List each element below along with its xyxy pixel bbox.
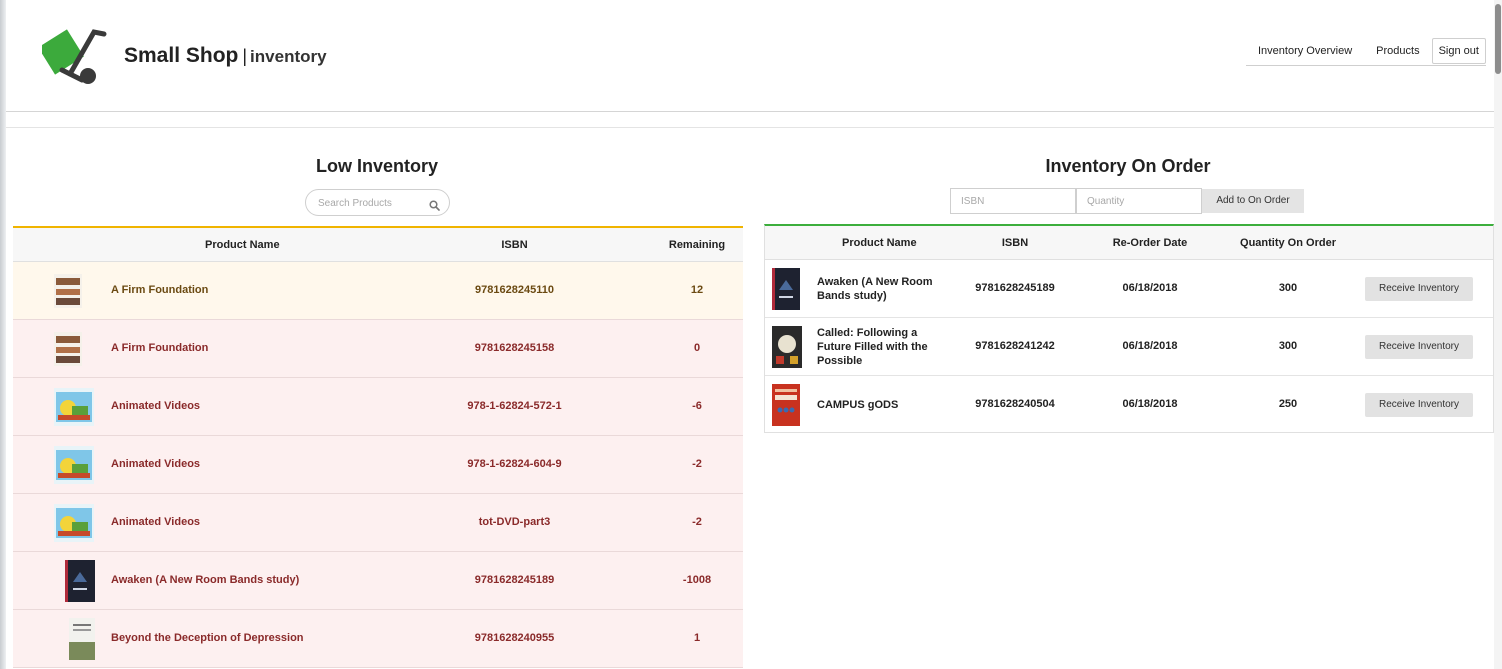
column-header-isbn[interactable]: ISBN <box>393 239 636 251</box>
on-order-table: Product Name ISBN Re-Order Date Quantity… <box>764 224 1494 433</box>
product-isbn: 9781628245110 <box>475 284 554 296</box>
book-cover-thumbnail <box>772 384 800 426</box>
nav-inventory-overview[interactable]: Inventory Overview <box>1246 37 1364 65</box>
app-header: Small Shop | inventory Inventory Overview … <box>6 0 1496 112</box>
brand-subtitle: inventory <box>250 47 327 66</box>
scrollbar-thumb[interactable] <box>1495 4 1501 74</box>
receive-inventory-button[interactable]: Receive Inventory <box>1365 393 1473 417</box>
receive-inventory-button[interactable]: Receive Inventory <box>1365 335 1473 359</box>
column-header-product-name[interactable]: Product Name <box>205 239 280 251</box>
table-row[interactable]: Animated Videos 978-1-62824-572-1 -6 <box>13 378 743 436</box>
product-name-line: Awaken (A New Room <box>817 276 933 288</box>
book-cover-thumbnail <box>772 268 800 310</box>
column-header-reorder-date[interactable]: Re-Order Date <box>1095 237 1205 249</box>
product-name[interactable]: CAMPUS gODS <box>817 398 947 412</box>
product-name[interactable]: Animated Videos <box>111 458 200 470</box>
product-isbn: 978-1-62824-572-1 <box>467 400 562 412</box>
product-name[interactable]: Awaken (A New Room Bands study) <box>817 275 947 303</box>
scrollbar[interactable] <box>1494 0 1502 669</box>
column-header-quantity-on-order[interactable]: Quantity On Order <box>1223 237 1353 249</box>
product-isbn: 9781628245158 <box>474 342 555 354</box>
remaining-count: 12 <box>690 284 704 296</box>
product-name[interactable]: Animated Videos <box>111 400 200 412</box>
sign-out-button[interactable]: Sign out <box>1431 37 1486 64</box>
inventory-on-order-title: Inventory On Order <box>1045 156 1211 176</box>
quantity-on-order: 300 <box>1278 340 1298 352</box>
brand[interactable]: Small Shop | inventory <box>124 44 327 68</box>
quantity-on-order: 300 <box>1278 282 1298 294</box>
book-cover-thumbnail <box>54 332 82 366</box>
table-header: Product Name ISBN Re-Order Date Quantity… <box>765 226 1493 260</box>
video-cover-thumbnail <box>54 388 94 426</box>
product-isbn: 9781628245189 <box>474 574 555 586</box>
book-cover-thumbnail <box>65 560 95 602</box>
product-isbn: 9781628245189 <box>975 282 1055 294</box>
top-nav: Inventory Overview Products Sign out <box>1246 36 1486 66</box>
quantity-input[interactable] <box>1076 188 1202 214</box>
remaining-count: -6 <box>692 400 702 412</box>
isbn-input[interactable] <box>950 188 1076 214</box>
table-row[interactable]: Awaken (A New Room Bands study) 97816282… <box>765 260 1493 318</box>
table-row[interactable]: A Firm Foundation 9781628245158 0 <box>13 320 743 378</box>
remaining-count: 1 <box>693 632 701 644</box>
column-header-remaining[interactable]: Remaining <box>647 239 743 251</box>
low-inventory-table: Product Name ISBN Remaining A Firm Found… <box>13 226 743 669</box>
table-row[interactable]: Beyond the Deception of Depression 97816… <box>13 610 743 668</box>
hand-truck-logo-icon[interactable] <box>38 22 112 86</box>
brand-separator: | <box>242 46 248 66</box>
product-isbn: 978-1-62824-604-9 <box>467 458 562 470</box>
search-input[interactable] <box>316 194 428 212</box>
receive-inventory-button[interactable]: Receive Inventory <box>1365 277 1473 301</box>
nav-products[interactable]: Products <box>1364 37 1431 65</box>
search-products[interactable] <box>305 189 450 216</box>
remaining-count: 0 <box>693 342 701 354</box>
product-name[interactable]: Beyond the Deception of Depression <box>111 632 304 644</box>
product-isbn: 9781628240504 <box>975 398 1055 410</box>
quantity-on-order: 250 <box>1278 398 1298 410</box>
column-header-isbn[interactable]: ISBN <box>955 237 1075 249</box>
remaining-count: -2 <box>692 458 702 470</box>
product-name[interactable]: Animated Videos <box>111 516 200 528</box>
reorder-date: 06/18/2018 <box>1122 398 1178 410</box>
header-divider <box>6 112 1496 128</box>
low-inventory-title: Low Inventory <box>315 156 438 176</box>
table-row[interactable]: Awaken (A New Room Bands study) 97816282… <box>13 552 743 610</box>
table-row[interactable]: A Firm Foundation 9781628245110 12 <box>13 262 743 320</box>
column-header-product-name[interactable]: Product Name <box>842 237 917 249</box>
product-name[interactable]: A Firm Foundation <box>111 342 208 354</box>
reorder-date: 06/18/2018 <box>1122 340 1178 352</box>
table-row[interactable]: CAMPUS gODS 9781628240504 06/18/2018 250… <box>765 376 1493 434</box>
table-row[interactable]: Called: Following a Future Filled with t… <box>765 318 1493 376</box>
video-cover-thumbnail <box>54 504 94 542</box>
product-name-line: Called: Following a <box>817 327 918 339</box>
remaining-count: -1008 <box>682 574 712 586</box>
table-header: Product Name ISBN Remaining <box>13 228 743 262</box>
reorder-date: 06/18/2018 <box>1122 282 1178 294</box>
search-icon[interactable] <box>429 198 440 211</box>
table-row[interactable]: Animated Videos 978-1-62824-604-9 -2 <box>13 436 743 494</box>
add-to-on-order-button[interactable]: Add to On Order <box>1202 189 1304 213</box>
book-cover-thumbnail <box>69 618 95 660</box>
product-isbn: tot-DVD-part3 <box>478 516 551 528</box>
product-isbn: 9781628240955 <box>474 632 555 644</box>
product-name-line: CAMPUS gODS <box>817 399 899 411</box>
product-name[interactable]: Awaken (A New Room Bands study) <box>111 574 299 586</box>
table-row[interactable]: Animated Videos tot-DVD-part3 -2 <box>13 494 743 552</box>
book-cover-thumbnail <box>54 274 82 308</box>
product-name-line: Possible <box>817 355 863 367</box>
product-name[interactable]: A Firm Foundation <box>111 284 208 296</box>
remaining-count: -2 <box>692 516 702 528</box>
book-cover-thumbnail <box>772 326 802 368</box>
product-isbn: 9781628241242 <box>975 340 1055 352</box>
brand-name: Small Shop <box>124 44 239 67</box>
product-name[interactable]: Called: Following a Future Filled with t… <box>817 326 947 368</box>
product-name-line: Bands study) <box>817 290 887 302</box>
video-cover-thumbnail <box>54 446 94 484</box>
product-name-line: Future Filled with the <box>817 341 928 353</box>
